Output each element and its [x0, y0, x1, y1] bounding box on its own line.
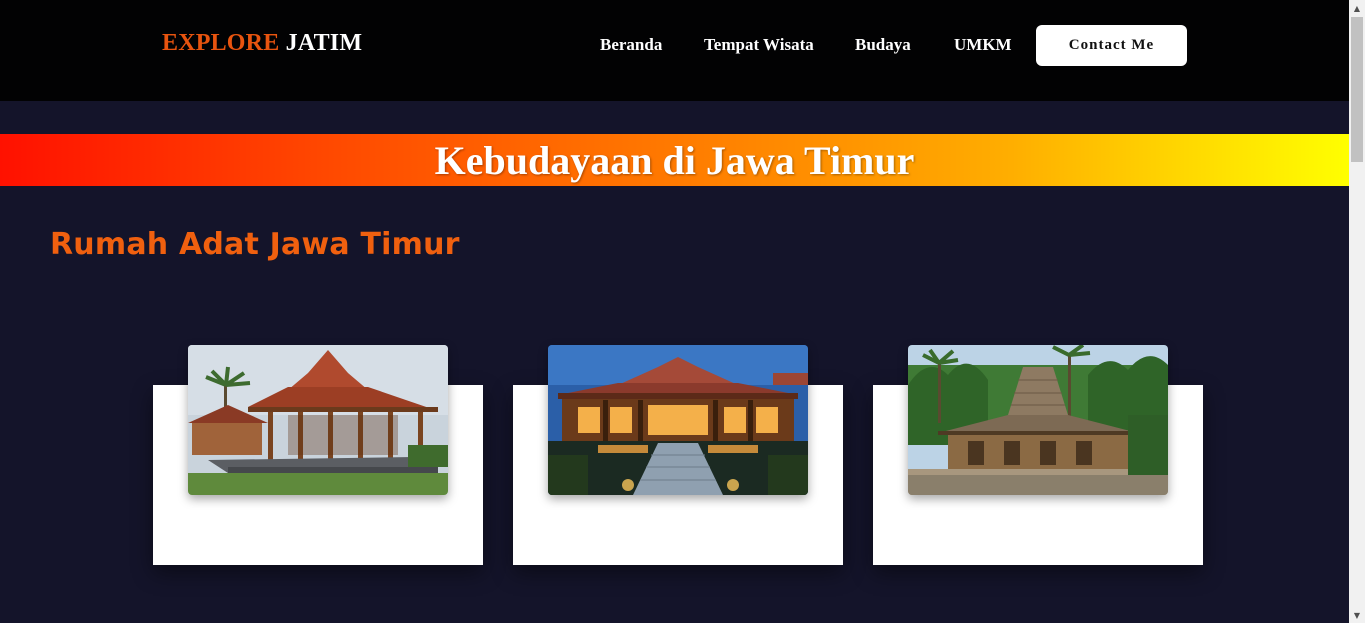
joglo-night-image	[548, 345, 808, 495]
scrollbar-thumb[interactable]	[1351, 17, 1363, 162]
scroll-down-arrow-icon[interactable]: ▼	[1349, 607, 1365, 623]
site-logo[interactable]: EXPLORE JATIM	[162, 30, 362, 57]
joglo-pendopo-image	[188, 345, 448, 495]
logo-explore: EXPLORE	[162, 30, 280, 56]
joglo-house-night-photo	[548, 345, 808, 495]
banner-title: Kebudayaan di Jawa Timur	[434, 137, 915, 183]
nav-link-umkm[interactable]: UMKM	[954, 35, 1012, 55]
contact-me-button[interactable]: Contact Me	[1036, 25, 1187, 66]
navbar: EXPLORE JATIM Beranda Tempat Wisata Buda…	[0, 0, 1349, 101]
nav-link-tempat-wisata[interactable]: Tempat Wisata	[704, 35, 814, 55]
traditional-house-palms-photo	[908, 345, 1168, 495]
nav-link-beranda[interactable]: Beranda	[600, 35, 662, 55]
traditional-house-image	[908, 345, 1168, 495]
house-card-1[interactable]	[153, 345, 483, 565]
section-title: Rumah Adat Jawa Timur	[50, 227, 460, 262]
house-card-3[interactable]	[873, 345, 1203, 565]
joglo-pendopo-house-photo	[188, 345, 448, 495]
nav-link-budaya[interactable]: Budaya	[855, 35, 911, 55]
vertical-scrollbar[interactable]: ▲ ▼	[1349, 0, 1365, 623]
culture-banner: Kebudayaan di Jawa Timur	[0, 134, 1349, 186]
house-card-2[interactable]	[513, 345, 843, 565]
scroll-up-arrow-icon[interactable]: ▲	[1349, 0, 1365, 16]
logo-jatim: JATIM	[285, 30, 363, 56]
